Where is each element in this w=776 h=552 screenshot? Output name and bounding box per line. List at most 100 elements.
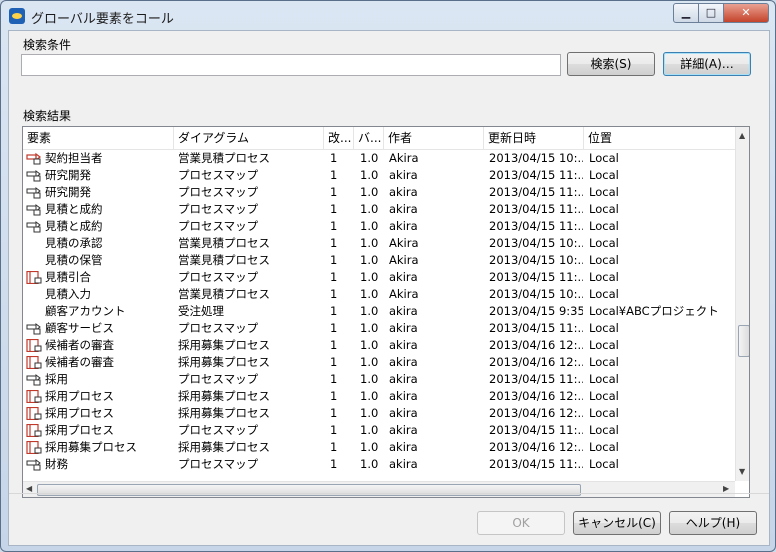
- table-row[interactable]: 候補者の審査 採用募集プロセス 1 1.0 akira 2013/04/16 12:...…: [23, 354, 735, 371]
- cell-name: 見積と成約: [45, 202, 103, 216]
- search-criteria-label: 検索条件: [23, 38, 72, 52]
- dialog-window: グローバル要素をコール ▁ □ ✕ 検索条件 検索(S) 詳細(A)… 検索結果…: [0, 0, 776, 552]
- cell-author: akira: [389, 355, 418, 369]
- process-element-icon: [26, 373, 42, 386]
- cell-diagram: プロセスマップ: [178, 185, 259, 199]
- window-title: グローバル要素をコール: [31, 12, 174, 27]
- scroll-right-arrow-icon[interactable]: ▶: [723, 484, 729, 493]
- column-header-diagram[interactable]: ダイアグラム: [174, 127, 324, 149]
- column-header-author[interactable]: 作者: [384, 127, 484, 149]
- cell-author: akira: [389, 372, 418, 386]
- scroll-down-arrow-icon[interactable]: ▼: [739, 467, 745, 476]
- cell-location: Local: [589, 202, 619, 216]
- cell-updated: 2013/04/15 11:...: [489, 168, 583, 182]
- process-element-icon: [26, 220, 42, 233]
- cell-ver: 1.0: [360, 406, 379, 420]
- cell-ver: 1.0: [360, 270, 379, 284]
- table-row[interactable]: 顧客アカウント 受注処理 1 1.0 akira 2013/04/15 9:35 Local…: [23, 303, 735, 320]
- cell-ver: 1.0: [360, 304, 379, 318]
- cell-diagram: プロセスマップ: [178, 219, 259, 233]
- cell-ver: 1.0: [360, 202, 379, 216]
- cell-diagram: 営業見積プロセス: [178, 287, 270, 301]
- red-lane-element-icon: [26, 270, 42, 285]
- table-row[interactable]: 採用プロセス 採用募集プロセス 1 1.0 akira 2013/04/16 12:...…: [23, 405, 735, 422]
- table-row[interactable]: 見積引合 プロセスマップ 1 1.0 akira 2013/04/15 11:... Loc…: [23, 269, 735, 286]
- cell-rev: 1: [330, 304, 338, 318]
- cell-location: Local: [589, 236, 619, 250]
- table-row[interactable]: 顧客サービス プロセスマップ 1 1.0 akira 2013/04/15 11:... L…: [23, 320, 735, 337]
- table-row[interactable]: 見積と成約 プロセスマップ 1 1.0 akira 2013/04/15 11:... Lo…: [23, 218, 735, 235]
- table-row[interactable]: 採用プロセス プロセスマップ 1 1.0 akira 2013/04/15 11:... L…: [23, 422, 735, 439]
- cell-author: akira: [389, 338, 418, 352]
- table-row[interactable]: 見積入力 営業見積プロセス 1 1.0 Akira 2013/04/15 10:... Lo…: [23, 286, 735, 303]
- horizontal-scrollbar[interactable]: ◀ ▶: [23, 481, 735, 497]
- cell-ver: 1.0: [360, 389, 379, 403]
- column-header-version[interactable]: バ...: [354, 127, 384, 149]
- help-button[interactable]: ヘルプ(H): [669, 511, 757, 535]
- cell-name: 顧客アカウント: [45, 304, 126, 318]
- table-row[interactable]: 採用 プロセスマップ 1 1.0 akira 2013/04/15 11:... Local: [23, 371, 735, 388]
- red-lane-element-icon: [26, 423, 42, 438]
- table-row[interactable]: 財務 プロセスマップ 1 1.0 akira 2013/04/15 11:... Local: [23, 456, 735, 473]
- horizontal-scroll-thumb[interactable]: [37, 484, 581, 496]
- cell-author: akira: [389, 168, 418, 182]
- table-row[interactable]: 採用プロセス 採用募集プロセス 1 1.0 akira 2013/04/16 12:...…: [23, 388, 735, 405]
- cell-name: 採用: [45, 372, 68, 386]
- column-header-updated[interactable]: 更新日時: [484, 127, 584, 149]
- vertical-scrollbar[interactable]: ▲ ▼: [735, 127, 749, 481]
- scroll-up-arrow-icon[interactable]: ▲: [739, 131, 745, 140]
- table-row[interactable]: 採用募集プロセス 採用募集プロセス 1 1.0 akira 2013/04/16 12:.…: [23, 439, 735, 456]
- table-row[interactable]: 見積と成約 プロセスマップ 1 1.0 akira 2013/04/15 11:... Lo…: [23, 201, 735, 218]
- cell-rev: 1: [330, 219, 338, 233]
- minimize-button[interactable]: ▁: [673, 3, 699, 23]
- cell-diagram: 受注処理: [178, 304, 224, 318]
- title-bar[interactable]: グローバル要素をコール ▁ □ ✕: [1, 1, 775, 31]
- cell-name: 見積引合: [45, 270, 91, 284]
- footer-divider: [9, 493, 769, 494]
- table-row[interactable]: 見積の承認 営業見積プロセス 1 1.0 Akira 2013/04/15 10:... L…: [23, 235, 735, 252]
- cell-ver: 1.0: [360, 151, 379, 165]
- cell-diagram: プロセスマップ: [178, 321, 259, 335]
- cell-diagram: 採用募集プロセス: [178, 440, 270, 454]
- cell-updated: 2013/04/15 11:...: [489, 321, 583, 335]
- maximize-button[interactable]: □: [698, 3, 724, 23]
- cell-author: akira: [389, 185, 418, 199]
- search-input[interactable]: [21, 54, 561, 76]
- cell-author: Akira: [389, 236, 419, 250]
- cancel-button[interactable]: キャンセル(C): [573, 511, 661, 535]
- column-header-revision[interactable]: 改...: [324, 127, 354, 149]
- detail-button[interactable]: 詳細(A)…: [663, 52, 751, 76]
- cell-location: Local: [589, 389, 619, 403]
- table-row[interactable]: 研究開発 プロセスマップ 1 1.0 akira 2013/04/15 11:... Loc…: [23, 184, 735, 201]
- table-row[interactable]: 契約担当者 営業見積プロセス 1 1.0 Akira 2013/04/15 10:... L…: [23, 150, 735, 167]
- cell-rev: 1: [330, 440, 338, 454]
- cell-name: 見積の保管: [45, 253, 103, 267]
- cell-location: Local: [589, 406, 619, 420]
- cell-diagram: プロセスマップ: [178, 202, 259, 216]
- scroll-left-arrow-icon[interactable]: ◀: [26, 484, 32, 493]
- ok-button[interactable]: OK: [477, 511, 565, 535]
- cell-diagram: プロセスマップ: [178, 423, 259, 437]
- cell-rev: 1: [330, 321, 338, 335]
- search-button[interactable]: 検索(S): [567, 52, 655, 76]
- cell-rev: 1: [330, 253, 338, 267]
- cell-diagram: 営業見積プロセス: [178, 253, 270, 267]
- cell-name: 見積の承認: [45, 236, 103, 250]
- cell-location: Local¥ABCプロジェクト: [589, 304, 719, 318]
- table-row[interactable]: 候補者の審査 採用募集プロセス 1 1.0 akira 2013/04/16 12:...…: [23, 337, 735, 354]
- cell-ver: 1.0: [360, 185, 379, 199]
- cell-updated: 2013/04/15 10:...: [489, 151, 583, 165]
- table-row[interactable]: 見積の保管 営業見積プロセス 1 1.0 Akira 2013/04/15 10:... L…: [23, 252, 735, 269]
- close-button[interactable]: ✕: [723, 3, 769, 23]
- table-row[interactable]: 研究開発 プロセスマップ 1 1.0 akira 2013/04/15 11:... Loc…: [23, 167, 735, 184]
- cell-updated: 2013/04/16 12:...: [489, 355, 583, 369]
- red-lane-element-icon: [26, 440, 42, 455]
- cell-location: Local: [589, 168, 619, 182]
- cell-author: Akira: [389, 253, 419, 267]
- cell-rev: 1: [330, 338, 338, 352]
- column-header-location[interactable]: 位置: [584, 127, 735, 149]
- column-header-element[interactable]: 要素: [23, 127, 174, 149]
- vertical-scroll-thumb[interactable]: [738, 325, 749, 357]
- process-element-icon: [26, 186, 42, 199]
- cell-updated: 2013/04/15 11:...: [489, 185, 583, 199]
